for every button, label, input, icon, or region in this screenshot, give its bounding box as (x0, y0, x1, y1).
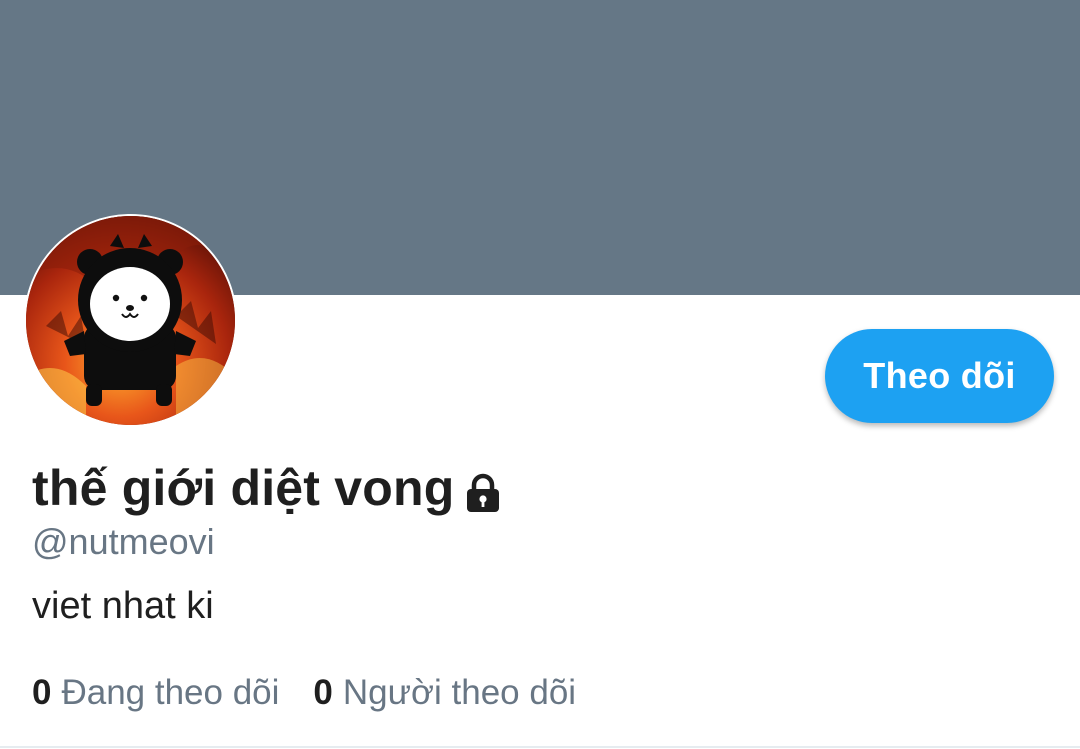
avatar[interactable] (24, 214, 237, 427)
following-stat[interactable]: 0 Đang theo dõi (32, 673, 279, 713)
profile-bio: viet nhat ki (32, 585, 214, 627)
profile-page: Theo dõi thế giới diệt vong @nutmeovi vi… (0, 0, 1080, 749)
section-divider (0, 746, 1080, 748)
profile-name-row: thế giới diệt vong (32, 456, 504, 520)
followers-count: 0 (313, 673, 333, 712)
display-name: thế giới diệt vong (32, 460, 455, 516)
follow-button[interactable]: Theo dõi (825, 329, 1054, 423)
profile-handle: @nutmeovi (32, 521, 215, 562)
following-label: Đang theo dõi (61, 673, 280, 712)
following-count: 0 (32, 673, 52, 712)
followers-stat[interactable]: 0 Người theo dõi (313, 673, 576, 713)
avatar-bear-icon (26, 216, 235, 425)
lock-icon (467, 473, 500, 512)
profile-stats: 0 Đang theo dõi 0 Người theo dõi (32, 673, 576, 713)
followers-label: Người theo dõi (342, 673, 577, 712)
